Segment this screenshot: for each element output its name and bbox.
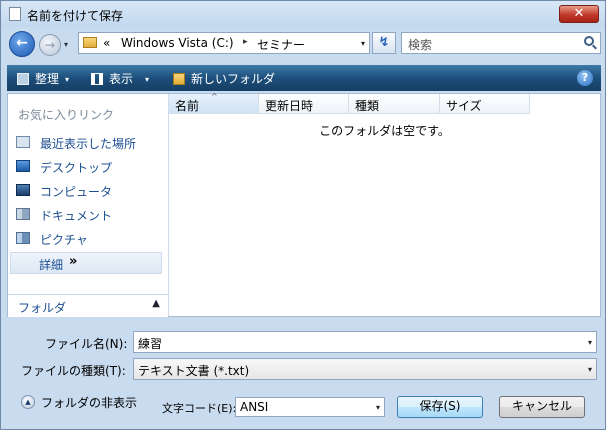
pictures-icon — [16, 232, 30, 244]
save-options: ファイル名(N): 練習 ▾ ファイルの種類(T): テキスト文書 (*.txt… — [1, 319, 605, 429]
encoding-select[interactable]: ANSI ▾ — [235, 397, 385, 417]
hide-folders-link[interactable]: フォルダの非表示 — [41, 394, 137, 411]
new-folder-icon — [173, 73, 185, 85]
help-icon[interactable]: ? — [577, 70, 593, 86]
sidebar-item-documents[interactable]: ドキュメント — [12, 204, 162, 226]
file-list[interactable]: 名前 ^ 更新日時 種類 サイズ このフォルダは空です。 — [169, 92, 600, 316]
views-button[interactable]: 表示 ▾ — [91, 70, 149, 86]
sidebar-item-computer[interactable]: コンピュータ — [12, 180, 162, 202]
chevron-down-icon: ▾ — [145, 75, 150, 84]
favorite-links-header: お気に入りリンク — [18, 108, 115, 122]
column-header-size[interactable]: サイズ — [440, 94, 530, 114]
column-label: サイズ — [446, 99, 482, 113]
address-segment-drive[interactable]: Windows Vista (C:) — [121, 36, 234, 50]
filename-label: ファイル名(N): — [45, 337, 128, 351]
sidebar-item-recent-places[interactable]: 最近表示した場所 — [12, 132, 162, 154]
folder-icon — [83, 37, 97, 48]
sidebar-item-pictures[interactable]: ピクチャ — [12, 228, 162, 250]
column-header-type[interactable]: 種類 — [349, 94, 440, 114]
sidebar-item-label: デスクトップ — [40, 161, 113, 175]
window-title: 名前を付けて保存 — [27, 9, 124, 23]
sidebar-item-label: ドキュメント — [40, 209, 113, 223]
address-overflow[interactable]: « — [103, 36, 110, 50]
address-bar[interactable]: « Windows Vista (C:) ▸ セミナー ▾ — [78, 32, 370, 54]
documents-icon — [16, 208, 30, 220]
recent-pages-dropdown[interactable]: ▾ — [64, 40, 68, 49]
collapse-icon[interactable]: ▲ — [21, 395, 35, 409]
new-folder-label: 新しいフォルダ — [191, 72, 276, 86]
folders-label: フォルダ — [18, 301, 67, 315]
new-folder-button[interactable]: 新しいフォルダ — [173, 70, 275, 86]
column-header-name[interactable]: 名前 ^ — [169, 92, 259, 114]
title-bar: 名前を付けて保存 ✕ — [1, 1, 605, 27]
refresh-button[interactable]: ↯ — [372, 32, 396, 54]
filetype-select[interactable]: テキスト文書 (*.txt) ▾ — [133, 358, 597, 380]
filename-value: 練習 — [138, 337, 163, 351]
encoding-label: 文字コード(E): — [162, 402, 237, 415]
sidebar-item-label: コンピュータ — [40, 185, 113, 199]
chevron-down-icon[interactable]: ▾ — [376, 403, 380, 412]
details-link[interactable]: 詳細 » — [10, 252, 162, 274]
organize-icon — [17, 73, 29, 85]
filetype-label: ファイルの種類(T): — [21, 364, 126, 378]
address-segment-folder[interactable]: セミナー — [257, 36, 305, 53]
search-icon[interactable] — [584, 36, 594, 46]
views-icon — [91, 73, 103, 85]
navigation-row: ← → ▾ « Windows Vista (C:) ▸ セミナー ▾ ↯ 検索 — [1, 27, 605, 63]
computer-icon — [16, 184, 30, 196]
notepad-icon — [9, 7, 21, 21]
recent-places-icon — [16, 136, 30, 148]
column-label: 更新日時 — [265, 99, 314, 113]
chevron-right-icon: » — [69, 254, 78, 269]
column-label: 種類 — [355, 99, 380, 113]
save-as-dialog: 名前を付けて保存 ✕ ← → ▾ « Windows Vista (C:) ▸ … — [0, 0, 606, 430]
desktop-icon — [16, 160, 30, 172]
chevron-up-icon: ▲ — [152, 298, 160, 309]
cancel-button[interactable]: キャンセル — [499, 396, 585, 418]
details-label: 詳細 — [39, 258, 64, 272]
organize-button[interactable]: 整理 ▾ — [17, 70, 69, 86]
folders-toggle[interactable]: フォルダ ▲ — [8, 294, 168, 317]
empty-folder-message: このフォルダは空です。 — [319, 124, 450, 138]
chevron-down-icon[interactable]: ▾ — [588, 365, 592, 374]
views-label: 表示 — [109, 72, 134, 86]
organize-label: 整理 — [35, 72, 60, 86]
chevron-down-icon: ▾ — [65, 75, 70, 84]
navigation-pane: お気に入りリンク 最近表示した場所 デスクトップ コンピュータ ドキュメント ピ… — [8, 94, 169, 317]
forward-button[interactable]: → — [39, 34, 61, 56]
address-dropdown[interactable]: ▾ — [361, 39, 365, 48]
filetype-value: テキスト文書 (*.txt) — [138, 364, 250, 378]
chevron-down-icon[interactable]: ▾ — [588, 338, 592, 347]
column-header-modified[interactable]: 更新日時 — [259, 94, 349, 114]
encoding-value: ANSI — [240, 400, 269, 414]
sidebar-item-label: ピクチャ — [40, 233, 88, 247]
filename-field[interactable]: 練習 ▾ — [133, 331, 597, 353]
address-separator[interactable]: ▸ — [243, 37, 248, 47]
close-button[interactable]: ✕ — [559, 5, 599, 23]
sort-ascending-icon: ^ — [211, 92, 218, 101]
back-button[interactable]: ← — [9, 31, 35, 57]
sidebar-item-label: 最近表示した場所 — [40, 137, 137, 151]
search-input[interactable]: 検索 — [401, 32, 601, 54]
command-toolbar: 整理 ▾ 表示 ▾ 新しいフォルダ ? — [7, 65, 601, 91]
column-label: 名前 — [175, 99, 200, 113]
browser-area: お気に入りリンク 最近表示した場所 デスクトップ コンピュータ ドキュメント ピ… — [7, 92, 601, 317]
search-placeholder: 検索 — [408, 38, 433, 52]
save-button[interactable]: 保存(S) — [397, 396, 483, 418]
sidebar-item-desktop[interactable]: デスクトップ — [12, 156, 162, 178]
